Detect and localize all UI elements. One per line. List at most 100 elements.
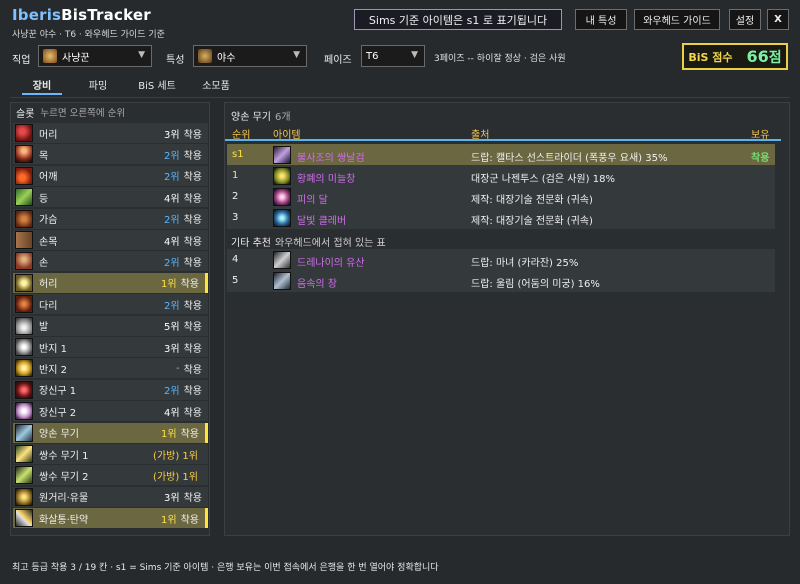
slot-rank: (가방) 1위 (153, 450, 198, 462)
app-title-part1: Iberis (12, 6, 62, 24)
slot-rank: 3위 (164, 493, 180, 505)
ranged-icon (15, 487, 33, 506)
beast-mastery-spec-icon (198, 49, 212, 63)
slot-name: 목 (39, 150, 49, 162)
class-select-value: 사냥꾼 (62, 52, 90, 64)
slot-row[interactable]: 반지 2 - 착용 (13, 358, 208, 379)
chevron-down-icon: ▼ (411, 50, 418, 60)
two-hand-weapon-icon (15, 423, 33, 442)
slot-rank: 4위 (164, 407, 180, 419)
slot-status: 착용 (183, 343, 202, 355)
slot-rank: 3위 (164, 343, 180, 355)
slot-row[interactable]: 머리 3위 착용 (13, 123, 208, 143)
sword-icon (273, 146, 291, 164)
slot-row[interactable]: 발 5위 착용 (13, 315, 208, 336)
tab-bis-sets[interactable]: BiS 세트 (133, 77, 181, 95)
item-row[interactable]: 4 드레나이의 유산 드랍: 마녀 (카라잔) 25% (227, 249, 775, 271)
settings-button[interactable]: 설정 (729, 9, 761, 30)
item-panel: 양손 무기 6개 순위 아이템 출처 보유 s1 불사조의 쌍날검 드랍: 캘타스 선… (224, 102, 790, 536)
slot-row[interactable]: 장신구 2 4위 착용 (13, 401, 208, 422)
slot-name: 화살통·탄약 (39, 514, 89, 526)
slot-row[interactable]: 손 2위 착용 (13, 251, 208, 272)
polearm-icon (273, 167, 291, 185)
slot-row[interactable]: 반지 1 3위 착용 (13, 337, 208, 357)
item-name-link[interactable]: 피의 달 (297, 191, 328, 206)
wowhead-guide-button[interactable]: 와우헤드 가이드 (634, 9, 720, 30)
item-row[interactable]: 2 피의 달 제작: 대장기술 전문화 (귀속) (227, 186, 775, 208)
slot-row[interactable]: 쌍수 무기 1 (가방) 1위 (13, 444, 208, 464)
slot-row[interactable]: 가슴 2위 착용 (13, 208, 208, 229)
other-recommendations-header: 기타 추천 와우헤드에서 접혀 있는 표 (231, 234, 386, 249)
slot-status: 착용 (180, 429, 199, 441)
item-row[interactable]: 3 달빛 클레버 제작: 대장기술 전문화 (귀속) (227, 207, 775, 229)
tab-consumables[interactable]: 소모품 (196, 77, 236, 95)
phase-note: 3페이즈 -- 하이잘 정상 · 검은 사원 (434, 54, 566, 64)
slot-status: 착용 (180, 514, 199, 526)
slot-row[interactable]: 쌍수 무기 2 (가방) 1위 (13, 465, 208, 486)
shoulder-icon (15, 166, 33, 185)
close-button[interactable]: X (767, 9, 789, 30)
slot-status: 착용 (183, 172, 202, 184)
app-title-part2: BisTracker (61, 6, 151, 24)
slot-status: 착용 (183, 257, 202, 269)
slot-name: 다리 (39, 300, 58, 312)
slot-status: 착용 (183, 193, 202, 205)
item-rank: 2 (232, 191, 239, 202)
slot-status: 착용 (183, 150, 202, 162)
app-title: IberisBisTracker (12, 6, 165, 24)
bis-score-label: BiS 점수 (688, 50, 733, 64)
slot-row[interactable]: 목 2위 착용 (13, 144, 208, 165)
slot-panel: 슬롯 누르면 오른쪽에 순위 머리 3위 착용 목 2위 착용 어깨 2위 착용 등 4위 착용 가슴 2… (10, 102, 210, 536)
ring-icon (15, 338, 33, 356)
slot-name: 발 (39, 322, 49, 334)
slot-name: 머리 (39, 129, 58, 141)
bis-score-badge: BiS 점수 66점 (682, 43, 788, 70)
slot-rank: 3위 (164, 129, 180, 141)
item-row[interactable]: 1 황폐의 미늘창 대장군 나젠투스 (검은 사원) 18% (227, 165, 775, 187)
phase-select[interactable]: T6 ▼ (361, 45, 425, 67)
slot-row[interactable]: 장신구 1 2위 착용 (13, 379, 208, 400)
slot-row[interactable]: 어깨 2위 착용 (13, 165, 208, 186)
slot-panel-title: 슬롯 (16, 108, 35, 120)
slot-status: 착용 (183, 215, 202, 227)
slot-row[interactable]: 양손 무기 1위 착용 (13, 422, 208, 443)
spec-select-value: 야수 (217, 52, 236, 64)
item-name-link[interactable]: 드레나이의 유산 (297, 254, 365, 269)
neck-icon (15, 145, 33, 164)
item-name-link[interactable]: 달빛 클레버 (297, 212, 346, 227)
item-owned-status: 착용 (751, 153, 770, 164)
trinket-icon (15, 380, 33, 399)
item-name-link[interactable]: 불사조의 쌍날검 (297, 149, 365, 164)
ring-icon (15, 359, 33, 378)
slot-panel-hint: 누르면 오른쪽에 순위 (40, 108, 126, 119)
tab-farming[interactable]: 파밍 (80, 77, 116, 95)
slot-status: 착용 (183, 322, 202, 334)
slot-name: 가슴 (39, 215, 58, 227)
slot-row[interactable]: 다리 2위 착용 (13, 294, 208, 315)
slot-rank: (가방) 1위 (153, 471, 198, 483)
item-name-link[interactable]: 황폐의 미늘창 (297, 170, 355, 185)
slot-name: 원거리·유물 (39, 493, 89, 505)
slot-row[interactable]: 등 4위 착용 (13, 187, 208, 208)
slot-status: 착용 (183, 300, 202, 312)
class-select[interactable]: 사냥꾼 ▼ (38, 45, 152, 67)
slot-rank: 4위 (164, 193, 180, 205)
my-talents-button[interactable]: 내 특성 (575, 9, 627, 30)
slot-row[interactable]: 손목 4위 착용 (13, 230, 208, 250)
item-row[interactable]: s1 불사조의 쌍날검 드랍: 캘타스 선스트라이더 (폭풍우 요새) 35% 착용 (227, 144, 775, 166)
slot-row[interactable]: 화살통·탄약 1위 착용 (13, 508, 208, 529)
item-source: 제작: 대장기술 전문화 (귀속) (471, 195, 593, 206)
tab-gear[interactable]: 장비 (22, 77, 62, 95)
chevron-down-icon: ▼ (293, 50, 300, 60)
spec-select[interactable]: 야수 ▼ (193, 45, 307, 67)
item-row[interactable]: 5 음속의 창 드랍: 울림 (어둠의 미궁) 16% (227, 270, 775, 292)
cleaver-icon (273, 209, 291, 227)
item-source: 대장군 나젠투스 (검은 사원) 18% (471, 174, 615, 185)
axe-icon (273, 188, 291, 206)
item-name-link[interactable]: 음속의 창 (297, 275, 337, 290)
slot-row[interactable]: 허리 1위 착용 (13, 272, 208, 293)
staff-icon (273, 251, 291, 269)
slot-rank: - (175, 362, 180, 374)
item-panel-header: 양손 무기 6개 (231, 108, 291, 123)
slot-row[interactable]: 원거리·유물 3위 착용 (13, 486, 208, 507)
